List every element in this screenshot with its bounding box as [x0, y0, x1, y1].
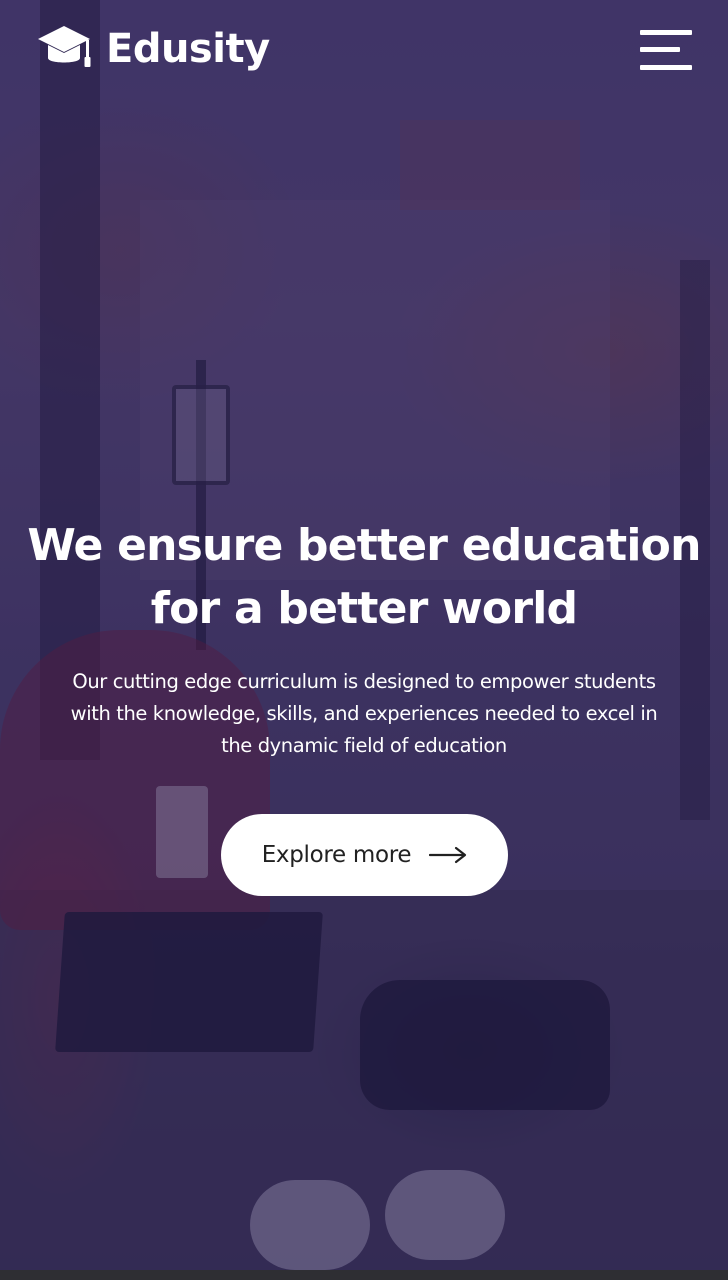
explore-more-button[interactable]: Explore more: [221, 814, 508, 896]
brand-name: Edusity: [106, 26, 270, 72]
menu-line: [640, 47, 680, 52]
hamburger-menu-icon[interactable]: [640, 28, 692, 72]
menu-line: [640, 30, 692, 35]
hero-headline: We ensure better education for a better …: [24, 514, 704, 640]
brand-logo[interactable]: Edusity: [36, 24, 270, 74]
hero-headline-line: for a better world: [150, 583, 578, 634]
hero-description: Our cutting edge curriculum is designed …: [30, 666, 698, 762]
hero-description-line: the dynamic field of education: [221, 734, 507, 757]
menu-line: [640, 65, 692, 70]
hero-description-line: with the knowledge, skills, and experien…: [70, 702, 658, 725]
arrow-right-icon: [429, 846, 467, 864]
hero-description-line: Our cutting edge curriculum is designed …: [72, 670, 656, 693]
bottom-system-bar: [0, 1270, 728, 1280]
graduation-cap-icon: [38, 26, 91, 67]
hero-headline-line: We ensure better education: [27, 520, 701, 571]
hero-section: Edusity We ensure better education for a…: [0, 0, 728, 1270]
explore-more-label: Explore more: [261, 842, 412, 868]
